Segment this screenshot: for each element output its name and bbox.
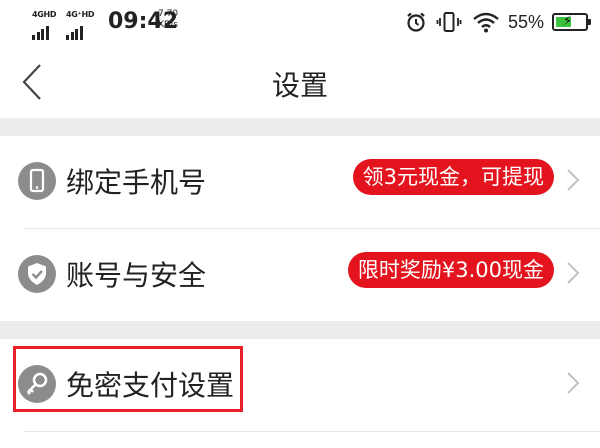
network-type-1: 4GHD — [32, 10, 57, 19]
charging-bolt-icon: ⚡ — [563, 14, 573, 29]
status-bar: 4GHD 4G⁺HD 09:42 7.70 KB/s 55% ⚡ — [0, 0, 600, 44]
chevron-right-icon — [567, 169, 580, 191]
vibrate-icon — [436, 12, 462, 32]
battery-charging-icon: ⚡ — [552, 13, 591, 31]
phone-icon — [18, 162, 56, 200]
signal-bars-icon — [66, 21, 84, 40]
reward-badge: 限时奖励¥3.00现金 — [347, 252, 554, 288]
speed-value: 7.70 — [158, 9, 179, 19]
chevron-right-icon — [567, 372, 580, 394]
network-speed: 7.70 KB/s — [158, 9, 178, 31]
section-divider — [0, 118, 600, 136]
settings-item-bind-phone[interactable]: 绑定手机号 领3元现金，可提现 — [0, 136, 600, 228]
battery-percent: 55% — [507, 11, 544, 32]
settings-item-label: 免密支付设置 — [66, 369, 235, 402]
reward-badge: 领3元现金，可提现 — [352, 159, 554, 195]
section-divider — [0, 321, 600, 339]
key-icon — [18, 365, 56, 403]
nav-bar: 设置 — [0, 44, 600, 118]
alarm-icon — [407, 12, 425, 32]
chevron-right-icon — [567, 262, 580, 284]
signal-2-indicator: 4G⁺HD — [66, 10, 95, 40]
signal-1-indicator: 4GHD — [32, 10, 57, 40]
speed-unit: KB/s — [158, 20, 178, 30]
settings-item-password-free-payment[interactable]: 免密支付设置 — [0, 339, 600, 431]
status-icons: 55% ⚡ — [404, 10, 591, 34]
row-divider — [24, 431, 600, 432]
settings-item-account-security[interactable]: 账号与安全 限时奖励¥3.00现金 — [0, 229, 600, 321]
settings-item-label: 账号与安全 — [66, 259, 207, 292]
wifi-icon — [473, 12, 499, 33]
page-title: 设置 — [271, 69, 328, 102]
shield-check-icon — [18, 255, 56, 293]
signal-bars-icon — [32, 21, 50, 40]
network-type-2: 4G⁺HD — [66, 10, 95, 19]
settings-item-label: 绑定手机号 — [66, 166, 207, 199]
